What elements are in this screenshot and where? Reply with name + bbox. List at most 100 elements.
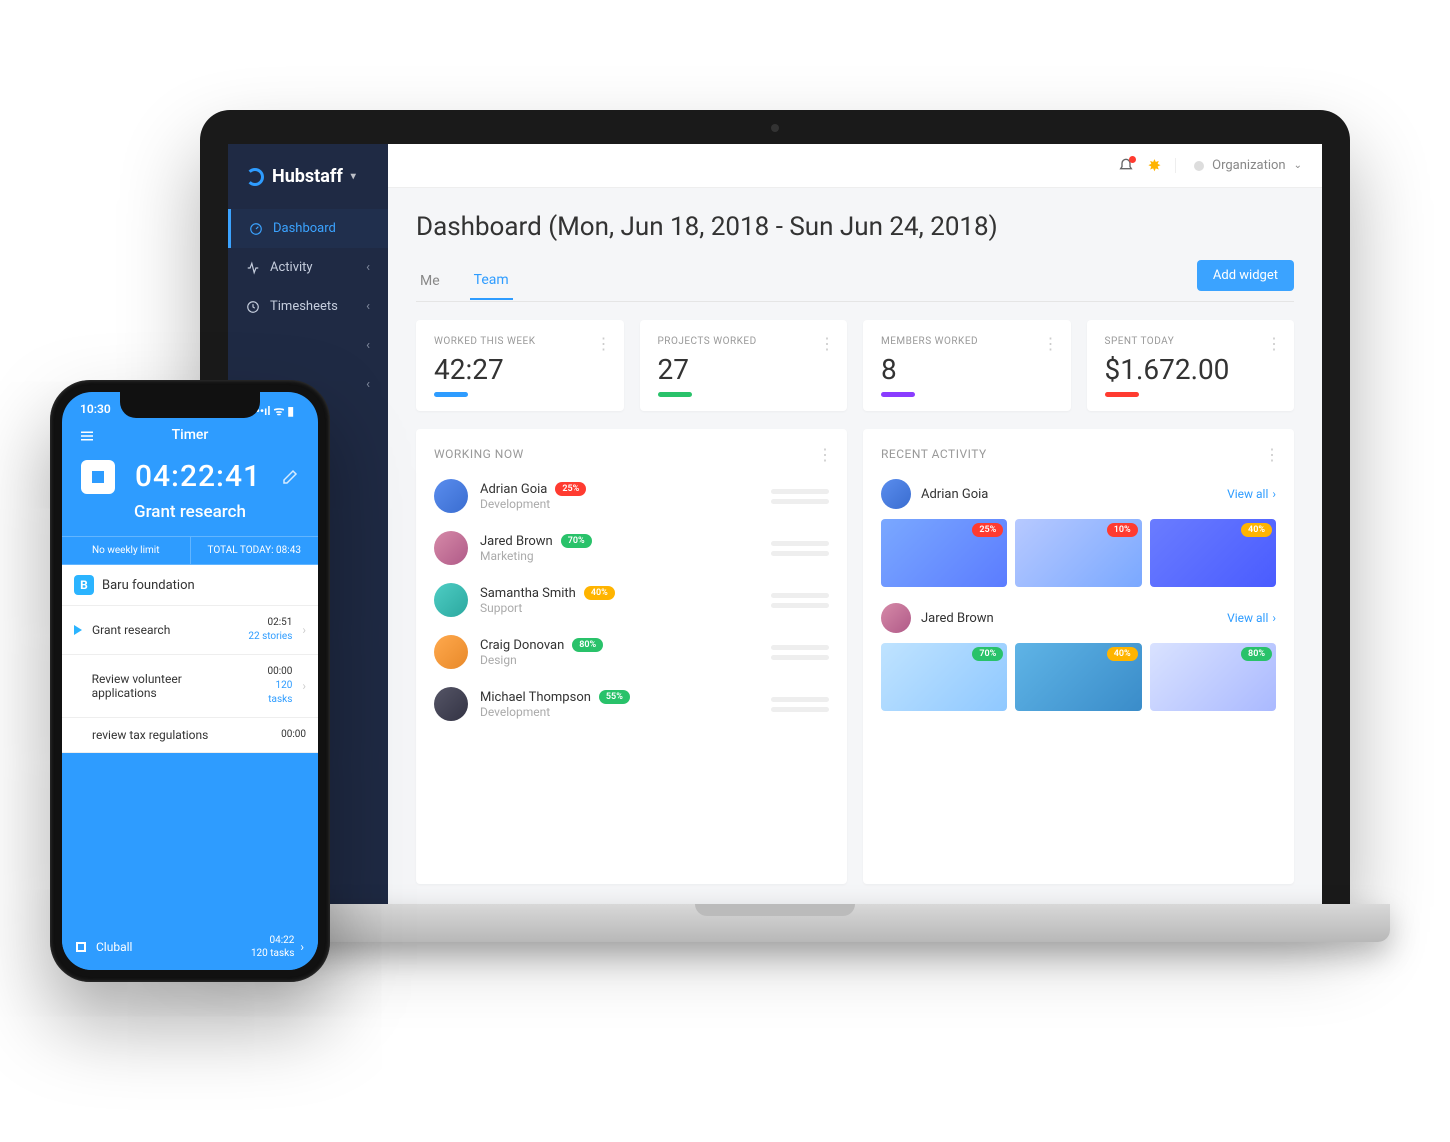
organization-selector[interactable]: Organization ⌄ <box>1175 158 1302 173</box>
edit-icon[interactable] <box>281 468 299 486</box>
brand-name: Hubstaff <box>272 166 343 187</box>
screenshot-thumb[interactable]: 70% <box>881 643 1007 711</box>
view-all-link[interactable]: View all › <box>1227 487 1276 501</box>
main: ✸ Organization ⌄ Dashboard (Mon, Jun 18,… <box>388 144 1322 904</box>
activity-badge: 55% <box>599 690 630 704</box>
screenshot-thumb[interactable]: 40% <box>1015 643 1141 711</box>
phone-footer[interactable]: Cluball 04:22 120 tasks › <box>62 924 318 970</box>
more-icon[interactable]: ⋮ <box>596 334 612 353</box>
nav-label: Activity <box>270 260 313 275</box>
task-row[interactable]: Review volunteer applications 00:00120 t… <box>62 655 318 718</box>
chevron-down-icon: ▾ <box>351 171 356 182</box>
screenshot-thumb[interactable]: 80% <box>1150 643 1276 711</box>
notification-bell-icon[interactable] <box>1118 158 1134 174</box>
screenshot-thumb[interactable]: 25% <box>881 519 1007 587</box>
member-dept: Marketing <box>480 549 592 563</box>
stop-icon <box>92 471 104 483</box>
avatar <box>881 603 911 633</box>
avatar <box>434 531 468 565</box>
member-dept: Support <box>480 601 615 615</box>
panel-title: RECENT ACTIVITY <box>881 447 1276 461</box>
activity-icon <box>246 261 260 275</box>
activity-badge: 70% <box>561 534 592 548</box>
member-name: Adrian Goia <box>921 487 988 502</box>
play-icon <box>74 625 82 635</box>
activity-badge: 25% <box>972 523 1003 537</box>
current-project: Grant research <box>62 502 318 536</box>
screenshot-thumb[interactable]: 40% <box>1150 519 1276 587</box>
brand[interactable]: Hubstaff ▾ <box>228 144 388 209</box>
sidebar-item-dashboard[interactable]: Dashboard <box>228 209 388 248</box>
nav-icon <box>246 339 260 353</box>
sidebar-item-activity[interactable]: Activity ‹ <box>228 248 388 287</box>
sidebar-item-timesheets[interactable]: Timesheets ‹ <box>228 287 388 326</box>
working-now-row[interactable]: Craig Donovan 80% Design <box>434 635 829 669</box>
project-header[interactable]: B Baru foundation <box>62 565 318 606</box>
avatar <box>434 583 468 617</box>
activity-badge: 70% <box>972 647 1003 661</box>
chevron-right-icon: › <box>302 679 306 693</box>
member-name: Samantha Smith 40% <box>480 586 615 601</box>
menu-icon[interactable] <box>78 427 96 445</box>
stop-outline-icon <box>76 942 86 952</box>
more-icon[interactable]: ⋮ <box>817 445 833 464</box>
task-time: 00:00 <box>251 665 292 679</box>
avatar <box>434 635 468 669</box>
activity-bars <box>771 593 829 608</box>
task-sub: 22 stories <box>248 630 292 644</box>
activity-badge: 80% <box>572 638 603 652</box>
nav-label: Dashboard <box>273 221 336 236</box>
stop-button[interactable] <box>81 460 115 494</box>
activity-bars <box>771 541 829 556</box>
sidebar-item-hidden-1[interactable]: ‹ <box>228 326 388 365</box>
member-name: Adrian Goia 25% <box>480 482 586 497</box>
recent-activity-panel: ⋮ RECENT ACTIVITY Adrian Goia View all ›… <box>863 429 1294 884</box>
working-now-panel: ⋮ WORKING NOW Adrian Goia 25% Developmen… <box>416 429 847 884</box>
task-name: Review volunteer applications <box>92 672 242 700</box>
chevron-left-icon: ‹ <box>366 299 370 314</box>
view-all-link[interactable]: View all › <box>1227 611 1276 625</box>
activity-badge: 40% <box>584 586 615 600</box>
chevron-right-icon: › <box>300 940 304 954</box>
task-name: Grant research <box>92 623 170 637</box>
working-now-row[interactable]: Samantha Smith 40% Support <box>434 583 829 617</box>
member-name: Michael Thompson 55% <box>480 690 630 705</box>
chevron-left-icon: ‹ <box>366 338 370 353</box>
tab-team[interactable]: Team <box>470 262 513 300</box>
chevron-right-icon: › <box>302 623 306 637</box>
nav-label: Timesheets <box>270 299 338 314</box>
activity-badge: 40% <box>1107 647 1138 661</box>
panel-title: WORKING NOW <box>434 447 829 461</box>
stat-bar <box>658 392 692 397</box>
avatar <box>434 479 468 513</box>
working-now-row[interactable]: Michael Thompson 55% Development <box>434 687 829 721</box>
task-row[interactable]: Grant research 02:5122 stories › <box>62 606 318 655</box>
stat-card: ⋮ WORKED THIS WEEK 42:27 <box>416 320 624 411</box>
more-icon[interactable]: ⋮ <box>1043 334 1059 353</box>
sun-icon[interactable]: ✸ <box>1148 156 1161 175</box>
recent-activity-row: Adrian Goia View all › 25% 10%40% <box>881 479 1276 587</box>
more-icon[interactable]: ⋮ <box>1266 334 1282 353</box>
more-icon[interactable]: ⋮ <box>819 334 835 353</box>
more-icon[interactable]: ⋮ <box>1264 445 1280 464</box>
project-badge: B <box>74 575 94 595</box>
task-time: 02:51 <box>248 616 292 630</box>
activity-bars <box>771 489 829 504</box>
member-name: Jared Brown 70% <box>480 534 592 549</box>
task-time: 00:00 <box>281 728 306 742</box>
member-dept: Development <box>480 497 586 511</box>
add-widget-button[interactable]: Add widget <box>1197 260 1294 291</box>
footer-project: Cluball <box>96 940 132 954</box>
page-title: Dashboard (Mon, Jun 18, 2018 - Sun Jun 2… <box>416 212 1294 242</box>
task-row[interactable]: review tax regulations 00:00 <box>62 718 318 753</box>
working-now-row[interactable]: Adrian Goia 25% Development <box>434 479 829 513</box>
chevron-right-icon: › <box>1272 487 1276 501</box>
stat-label: SPENT TODAY <box>1105 336 1277 347</box>
page-header: Dashboard (Mon, Jun 18, 2018 - Sun Jun 2… <box>388 188 1322 302</box>
tab-me[interactable]: Me <box>416 263 444 299</box>
stat-value: 8 <box>881 353 1053 386</box>
working-now-row[interactable]: Jared Brown 70% Marketing <box>434 531 829 565</box>
chevron-right-icon: › <box>1272 611 1276 625</box>
screenshot-thumb[interactable]: 10% <box>1015 519 1141 587</box>
phone-device: 10:30 ••ıl ᯤ ▮ Timer 04:22:41 Grant rese… <box>50 380 330 982</box>
